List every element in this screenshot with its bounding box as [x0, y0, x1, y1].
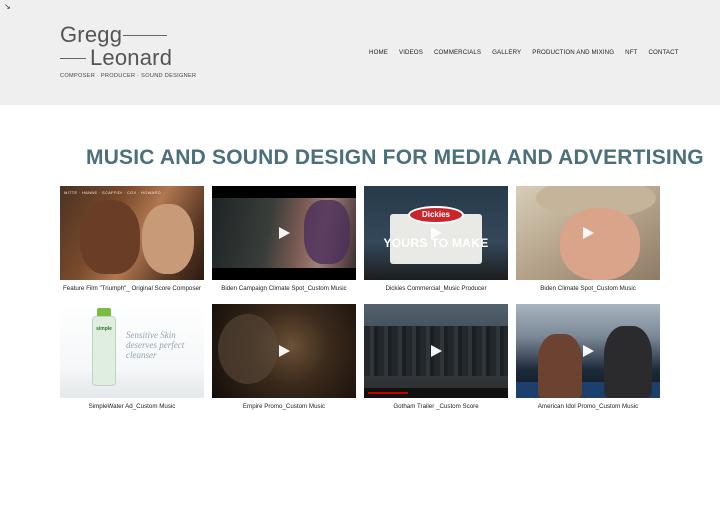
video-card[interactable]: MITTE · HANNE · SCAFFIDI · COX · HOWARD … — [60, 186, 204, 292]
play-icon[interactable] — [583, 227, 594, 239]
thumbnail-slogan: Sensitive Skin deserves perfect cleanser — [126, 330, 185, 360]
video-thumbnail[interactable] — [364, 304, 508, 398]
nav-nft[interactable]: NFT — [625, 48, 637, 58]
video-card[interactable]: Empire Promo_Custom Music — [212, 304, 356, 410]
thumbnail-figure — [604, 326, 652, 398]
video-card[interactable]: American Idol Promo_Custom Music — [516, 304, 660, 410]
video-caption: Biden Climate Spot_Custom Music — [540, 285, 636, 292]
thumbnail-figure — [560, 208, 640, 280]
video-card[interactable]: Dickies YOURS TO MAKE Dickies Commercial… — [364, 186, 508, 292]
thumbnail-figure — [304, 200, 350, 264]
nav-gallery[interactable]: GALLERY — [492, 48, 521, 58]
thumbnail-scene — [218, 314, 278, 384]
nav-home[interactable]: HOME — [369, 48, 388, 58]
video-card[interactable]: simple Sensitive Skin deserves perfect c… — [60, 304, 204, 410]
thumbnail-figure — [538, 334, 582, 398]
logo-rule-bottom — [60, 58, 86, 59]
play-icon[interactable] — [279, 227, 290, 239]
nav-contact[interactable]: CONTACT — [648, 48, 678, 58]
video-thumbnail[interactable] — [212, 304, 356, 398]
video-thumbnail[interactable]: Dickies YOURS TO MAKE — [364, 186, 508, 280]
video-caption: American Idol Promo_Custom Music — [537, 403, 639, 410]
video-card[interactable]: Gotham Trailer _Custom Score — [364, 304, 508, 410]
video-caption: Biden Campaign Climate Spot_Custom Music — [221, 285, 347, 292]
logo-tagline: COMPOSER · PRODUCER · SOUND DESIGNER — [60, 73, 197, 79]
resize-arrow-icon: ↘ — [4, 2, 11, 11]
nav-commercials[interactable]: COMMERCIALS — [434, 48, 481, 58]
video-thumbnail[interactable] — [212, 186, 356, 280]
poster-cast-names: MITTE · HANNE · SCAFFIDI · COX · HOWARD — [64, 190, 161, 195]
main-nav: HOME VIDEOS COMMERCIALS GALLERY PRODUCTI… — [369, 48, 679, 58]
thumbnail-figure — [80, 200, 140, 274]
site-header: ↘ Gregg Leonard COMPOSER · PRODUCER · SO… — [0, 0, 720, 105]
logo-rule-top — [123, 35, 167, 36]
page-headline: MUSIC AND SOUND DESIGN FOR MEDIA AND ADV… — [86, 146, 704, 169]
logo-last-name: Leonard — [90, 45, 173, 70]
player-controls-bar — [364, 388, 508, 398]
play-icon[interactable] — [431, 227, 442, 239]
video-thumbnail[interactable]: MITTE · HANNE · SCAFFIDI · COX · HOWARD — [60, 186, 204, 280]
video-caption: Feature Film "Triumph"_ Original Score C… — [63, 285, 201, 292]
site-logo[interactable]: Gregg Leonard COMPOSER · PRODUCER · SOUN… — [60, 22, 196, 82]
video-thumbnail[interactable]: simple Sensitive Skin deserves perfect c… — [60, 304, 204, 398]
video-caption: Dickies Commercial_Music Producer — [385, 285, 487, 292]
play-icon[interactable] — [431, 345, 442, 357]
play-icon[interactable] — [279, 345, 290, 357]
video-thumbnail[interactable] — [516, 186, 660, 280]
video-thumbnail[interactable] — [516, 304, 660, 398]
video-card[interactable]: Biden Climate Spot_Custom Music — [516, 186, 660, 292]
thumbnail-brand: Dickies — [421, 210, 451, 219]
video-caption: Empire Promo_Custom Music — [242, 403, 326, 410]
thumbnail-brand: simple — [96, 326, 112, 332]
video-caption: SimpleWater Ad_Custom Music — [88, 403, 176, 410]
video-card[interactable]: Biden Campaign Climate Spot_Custom Music — [212, 186, 356, 292]
play-icon[interactable] — [583, 345, 594, 357]
nav-videos[interactable]: VIDEOS — [399, 48, 423, 58]
video-caption: Gotham Trailer _Custom Score — [393, 403, 479, 410]
thumbnail-figure — [142, 204, 194, 274]
nav-production-and-mixing[interactable]: PRODUCTION AND MIXING — [532, 48, 614, 58]
